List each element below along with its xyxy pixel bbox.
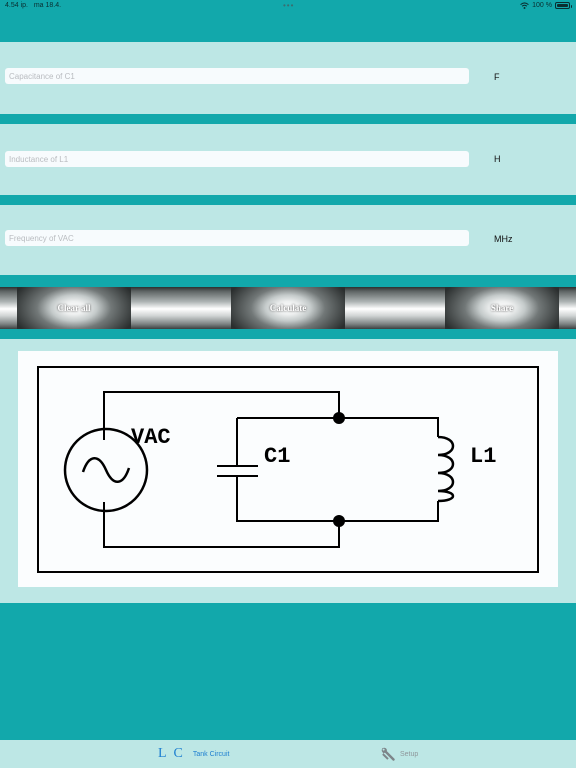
status-bar: 4.54 ip. ma 18.4. ••• 100 % [0,0,576,13]
inductance-band: H [0,124,576,195]
capacitor-c1 [217,456,258,486]
inductor-l1 [437,435,455,503]
tab-setup[interactable]: Setup [381,740,418,768]
vac-label: VAC [131,425,171,450]
tab-bar: L C Tank Circuit Setup [0,740,576,768]
frequency-band: MHz [0,205,576,275]
share-button[interactable]: Share [445,287,559,329]
junction-top [333,412,345,424]
wires [103,391,439,548]
diagram-frame [37,366,539,573]
clear-all-button[interactable]: Clear all [17,287,131,329]
calculate-button[interactable]: Calculate [231,287,345,329]
capacitance-unit: F [494,72,500,82]
junction-bottom [333,515,345,527]
button-row: Clear all Calculate Share [0,287,576,329]
wrench-icon [381,747,395,761]
l1-label: L1 [470,444,496,469]
status-date: ma 18.4. [33,2,62,9]
c1-label: C1 [264,444,290,469]
lc-icon: L C [158,746,185,761]
tab-tank-circuit[interactable]: L C Tank Circuit [158,740,229,768]
capacitance-band: F [0,42,576,114]
diagram-band: VAC C1 L1 [0,339,576,603]
multitask-dots[interactable]: ••• [283,1,294,10]
battery-percent: 100 % [532,2,552,9]
tab-setup-label: Setup [400,750,419,758]
circuit-diagram: VAC C1 L1 [18,351,558,587]
inductance-unit: H [494,154,501,164]
battery-icon [555,2,572,9]
wifi-icon [520,2,529,9]
tab-tank-circuit-label: Tank Circuit [192,750,230,758]
capacitance-input[interactable] [5,68,469,84]
status-time: 4.54 ip. ma 18.4. [5,2,62,9]
status-right: 100 % [520,2,572,9]
frequency-unit: MHz [494,234,513,244]
inductance-input[interactable] [5,151,469,167]
frequency-input[interactable] [5,230,469,246]
circuit-svg: VAC C1 L1 [37,366,539,573]
